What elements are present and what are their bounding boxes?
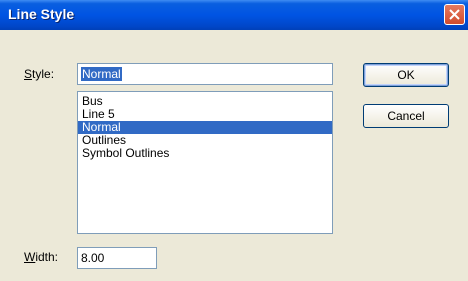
style-input[interactable]: Normal — [77, 63, 333, 85]
width-input[interactable]: 8.00 — [77, 247, 157, 269]
close-icon — [449, 9, 460, 20]
title-bar[interactable]: Line Style — [0, 0, 468, 30]
style-label: Style: — [24, 67, 54, 81]
style-label-accelerator: S — [24, 67, 33, 81]
ok-button[interactable]: OK — [363, 63, 449, 87]
list-item[interactable]: Symbol Outlines — [78, 147, 332, 160]
width-label-accelerator: W — [24, 250, 36, 264]
width-label-text: idth: — [35, 250, 59, 264]
style-listbox[interactable]: Bus Line 5 Normal Outlines Symbol Outlines — [77, 91, 333, 234]
cancel-button[interactable]: Cancel — [363, 104, 449, 128]
close-button[interactable] — [444, 4, 465, 25]
style-input-value: Normal — [81, 67, 122, 81]
window-title: Line Style — [8, 6, 75, 22]
style-label-text: tyle: — [32, 67, 55, 81]
line-style-dialog: Line Style Style: Normal Bus Line 5 Normal… — [0, 0, 468, 281]
width-label: Width: — [24, 250, 58, 264]
list-item[interactable]: Bus — [78, 95, 332, 108]
